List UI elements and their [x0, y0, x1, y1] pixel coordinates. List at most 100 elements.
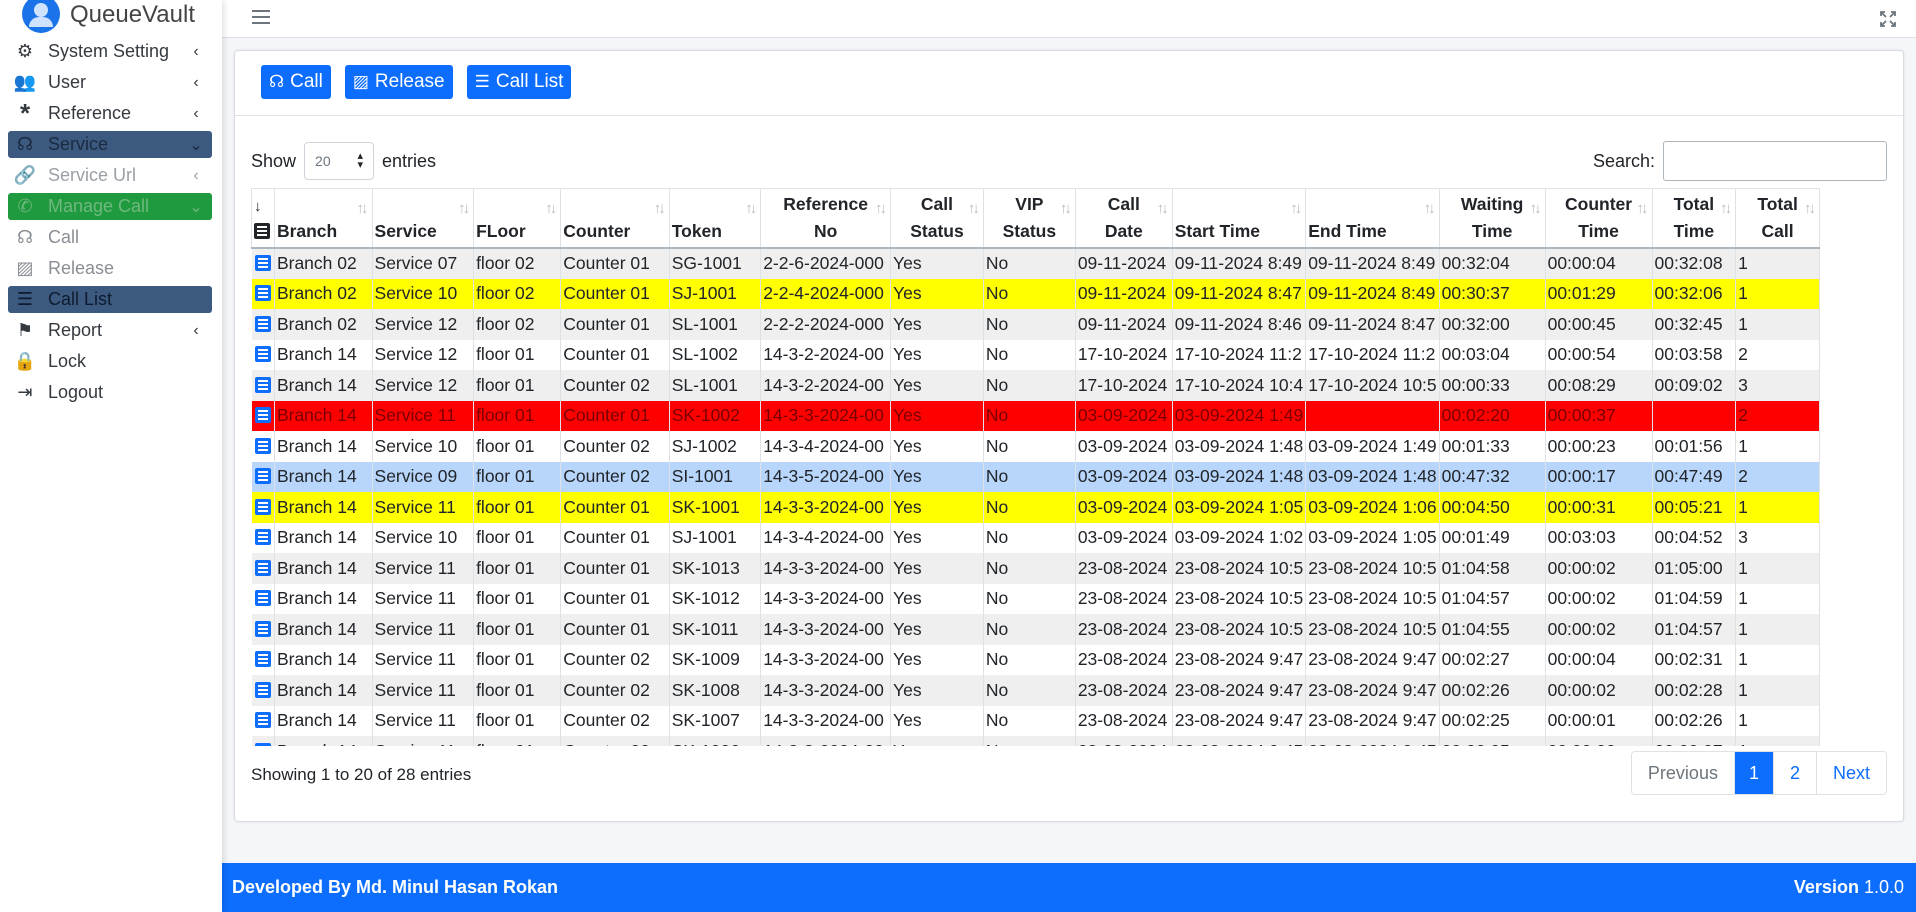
column-header[interactable]: ↑↓ Call Status [890, 188, 984, 249]
list-icon[interactable] [254, 346, 271, 363]
table-row[interactable]: Branch 02 Service 12 floor 02 Counter 01 SL-… [251, 309, 1820, 340]
list-icon[interactable] [254, 559, 271, 576]
table-cell: 09-11-2024 8:46 [1172, 309, 1307, 340]
column-header[interactable]: ↑↓ Branch [273, 188, 373, 249]
list-icon[interactable] [254, 376, 271, 393]
row-action-cell[interactable] [251, 492, 275, 523]
table-cell: floor 01 [473, 614, 562, 645]
list-icon[interactable] [254, 285, 271, 302]
sidebar-item-label: Release [48, 258, 115, 278]
row-action-cell[interactable] [251, 675, 275, 706]
column-header[interactable]: ↑↓ Start Time [1171, 188, 1307, 249]
list-icon[interactable] [254, 498, 271, 515]
sidebar-item-service-url[interactable]: 🔗 Service Url ‹ [8, 162, 212, 189]
sidebar-item-release[interactable]: ▨ Release [8, 255, 212, 282]
row-action-cell[interactable] [251, 614, 275, 645]
search-input[interactable] [1663, 141, 1887, 181]
sidebar-item-system-setting[interactable]: ⚙ System Setting ‹ [8, 38, 212, 65]
list-icon[interactable] [254, 590, 271, 607]
table-scroll-area[interactable]: ↓ ↑↓ Branch ↑↓ Service ↑↓ FLoor ↑↓ Counter ↑↓ Toke… [251, 188, 1820, 746]
sidebar-item-manage-call[interactable]: ✆ Manage Call ⌄ [8, 193, 212, 220]
list-icon[interactable] [254, 407, 271, 424]
table-row[interactable]: Branch 14Service 11floor 01Counter 02SK-… [251, 736, 1820, 746]
sidebar-item-reference[interactable]: * Reference ‹ [8, 98, 212, 128]
table-row[interactable]: Branch 14 Service 09 floor 01 Counter 02 SI-… [251, 461, 1820, 492]
sidebar-item-user[interactable]: 👥 User ‹ [8, 69, 212, 96]
call-list-button[interactable]: ☰ Call List [466, 65, 572, 99]
row-action-cell[interactable] [251, 339, 275, 370]
row-action-cell[interactable] [251, 431, 275, 462]
entries-select[interactable]: 20 ▴ ▾ [304, 142, 375, 180]
sidebar-item-logout[interactable]: ⇥ Logout [8, 379, 212, 406]
column-header[interactable]: ↑↓ Reference No [760, 188, 892, 249]
list-icon[interactable] [254, 529, 271, 546]
sidebar-item-lock[interactable]: 🔒 Lock [8, 348, 212, 375]
row-action-cell[interactable] [251, 644, 275, 675]
row-action-cell[interactable] [251, 736, 275, 746]
hamburger-menu-icon[interactable] [252, 10, 270, 26]
column-header[interactable]: ↑↓ VIP Status [982, 188, 1076, 249]
table-row[interactable]: Branch 14 Service 12 floor 01 Counter 01 SL-… [251, 339, 1820, 370]
row-action-cell[interactable] [251, 370, 275, 401]
table-row[interactable]: Branch 14 Service 11 floor 01 Counter 01 SK-… [251, 553, 1820, 584]
column-header[interactable]: ↑↓ Counter [560, 188, 670, 249]
table-row[interactable]: Branch 14 Service 11 floor 01 Counter 01 SK-… [251, 583, 1820, 614]
sidebar-item-report[interactable]: ⚑ Report ‹ [8, 317, 212, 344]
call-button[interactable]: ☊ Call [261, 65, 331, 99]
row-action-header[interactable]: ↓ [251, 188, 275, 249]
row-action-cell[interactable] [251, 583, 275, 614]
table-row[interactable]: Branch 14 Service 11 floor 01 Counter 01 SK-… [251, 614, 1820, 645]
list-icon[interactable] [254, 255, 271, 272]
table-row[interactable]: Branch 14 Service 11 floor 01 Counter 01 SK-… [251, 400, 1820, 431]
table-row[interactable]: Branch 02 Service 10 floor 02 Counter 01 SJ-… [251, 278, 1820, 309]
table-cell: 03-09-2024 [1075, 522, 1173, 553]
sidebar-item-service[interactable]: ☊ Service ⌄ [8, 131, 212, 158]
list-icon[interactable] [254, 620, 271, 637]
table-row[interactable]: Branch 14Service 11floor 01Counter 02SK-… [251, 675, 1820, 706]
brand[interactable]: QueueVault [0, 0, 222, 34]
list-icon[interactable] [254, 651, 271, 668]
sidebar-item-call[interactable]: ☊ Call [8, 224, 212, 251]
table-row[interactable]: Branch 14Service 11floor 01Counter 02SK-… [251, 705, 1820, 736]
column-header[interactable]: ↑↓ Total Call [1735, 188, 1820, 249]
row-action-cell[interactable] [251, 705, 275, 736]
list-icon[interactable] [254, 742, 271, 746]
column-header[interactable]: ↑↓ Waiting Time [1438, 188, 1546, 249]
list-icon[interactable] [254, 437, 271, 454]
column-header[interactable]: ↑↓ Total Time [1651, 188, 1737, 249]
sidebar-item-call-list[interactable]: ☰ Call List [8, 286, 212, 313]
next-page-button[interactable]: Next [1815, 752, 1886, 794]
table-cell: No [983, 309, 1076, 340]
list-icon[interactable] [254, 681, 271, 698]
column-header[interactable]: ↑↓ FLoor [473, 188, 562, 249]
row-action-cell[interactable] [251, 553, 275, 584]
table-row[interactable]: Branch 14 Service 12 floor 01 Counter 02 SL-… [251, 370, 1820, 401]
column-header[interactable]: ↑↓ End Time [1305, 188, 1440, 249]
column-header[interactable]: ↑↓ Service [371, 188, 475, 249]
table-cell: Branch 14 [274, 614, 373, 645]
table-row[interactable]: Branch 02 Service 07 floor 02 Counter 01 SG-… [251, 248, 1820, 279]
previous-page-button[interactable]: Previous [1631, 752, 1734, 794]
release-button[interactable]: ▨ Release [344, 65, 453, 99]
page-2-button[interactable]: 2 [1772, 752, 1816, 794]
row-action-cell[interactable] [251, 309, 275, 340]
table-cell: No [983, 492, 1076, 523]
row-action-cell[interactable] [251, 461, 275, 492]
table-cell: 3 [1735, 370, 1820, 401]
list-icon[interactable] [254, 315, 271, 332]
table-row[interactable]: Branch 14 Service 10 floor 01 Counter 01 SJ-… [251, 522, 1820, 553]
table-row[interactable]: Branch 14 Service 10 floor 01 Counter 02 SJ-… [251, 431, 1820, 462]
column-header[interactable]: ↑↓ Token [668, 188, 762, 249]
page-1-button[interactable]: 1 [1733, 752, 1773, 794]
column-header[interactable]: ↑↓ Call Date [1074, 188, 1173, 249]
row-action-cell[interactable] [251, 248, 275, 279]
column-header[interactable]: ↑↓ Counter Time [1544, 188, 1653, 249]
fullscreen-icon[interactable] [1880, 11, 1896, 27]
table-row[interactable]: Branch 14Service 11floor 01Counter 02SK-… [251, 644, 1820, 675]
list-icon[interactable] [254, 712, 271, 729]
list-icon[interactable] [254, 468, 271, 485]
row-action-cell[interactable] [251, 522, 275, 553]
row-action-cell[interactable] [251, 400, 275, 431]
row-action-cell[interactable] [251, 278, 275, 309]
table-row[interactable]: Branch 14 Service 11 floor 01 Counter 01 SK-… [251, 492, 1820, 523]
